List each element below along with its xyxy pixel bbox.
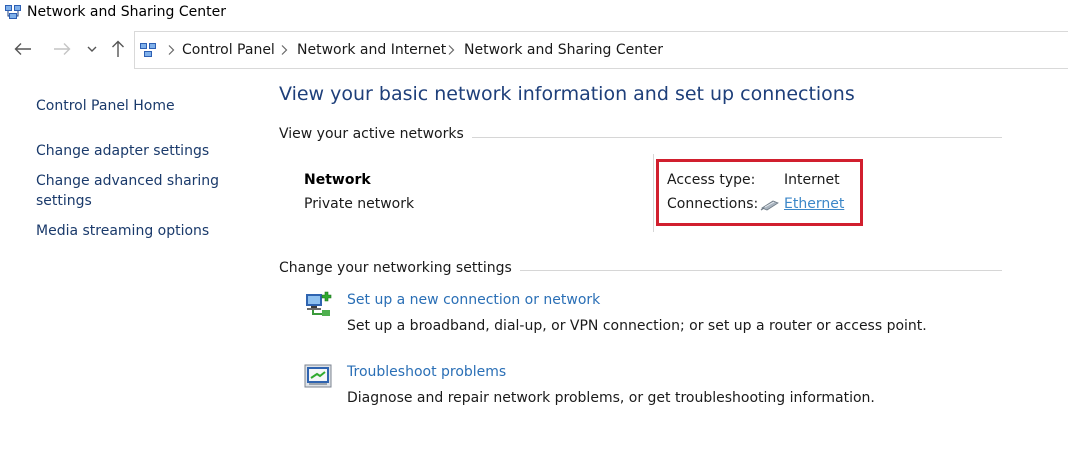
forward-button[interactable] <box>51 38 73 60</box>
sidebar-item-change-adapter-settings[interactable]: Change adapter settings <box>36 141 256 161</box>
up-button[interactable] <box>107 38 129 60</box>
sidebar-item-label-line2[interactable]: settings <box>36 191 256 211</box>
back-arrow-icon <box>14 43 31 55</box>
network-center-icon <box>5 5 21 19</box>
network-center-icon <box>140 43 156 57</box>
chevron-down-icon <box>87 46 97 52</box>
troubleshoot-icon[interactable] <box>303 362 333 390</box>
connections-label: Connections: <box>667 196 759 212</box>
setup-new-connection-link[interactable]: Set up a new connection or network <box>347 292 600 308</box>
back-button[interactable] <box>12 38 34 60</box>
network-divider <box>653 154 654 232</box>
new-connection-icon[interactable] <box>303 290 333 318</box>
forward-arrow-icon <box>54 43 71 55</box>
recent-locations-button[interactable] <box>82 38 102 60</box>
ethernet-icon[interactable] <box>760 198 780 212</box>
sidebar-item-control-panel-home[interactable]: Control Panel Home <box>36 96 256 116</box>
sidebar: Control Panel Home Change adapter settin… <box>36 96 256 241</box>
navigation-bar: Control Panel Network and Internet Netwo… <box>0 30 1068 70</box>
breadcrumb-network-and-internet[interactable]: Network and Internet <box>297 42 446 58</box>
sidebar-item-media-streaming-options[interactable]: Media streaming options <box>36 221 256 241</box>
setup-new-connection-description: Set up a broadband, dial-up, or VPN conn… <box>347 318 927 334</box>
network-category: Private network <box>304 196 415 212</box>
access-type-value: Internet <box>784 172 840 188</box>
chevron-right-icon[interactable] <box>166 44 176 56</box>
chevron-right-icon[interactable] <box>446 44 456 56</box>
troubleshoot-problems-description: Diagnose and repair network problems, or… <box>347 390 875 406</box>
page-title: View your basic network information and … <box>279 83 855 105</box>
breadcrumb-network-and-sharing-center[interactable]: Network and Sharing Center <box>464 42 663 58</box>
highlight-box <box>656 159 863 226</box>
breadcrumb-control-panel[interactable]: Control Panel <box>182 42 275 58</box>
change-settings-heading: Change your networking settings <box>279 260 520 276</box>
title-bar: Network and Sharing Center <box>0 0 1068 26</box>
network-name: Network <box>304 172 371 188</box>
active-networks-heading: View your active networks <box>279 126 472 142</box>
up-arrow-icon <box>112 40 124 57</box>
chevron-right-icon[interactable] <box>279 44 289 56</box>
access-type-label: Access type: <box>667 172 756 188</box>
sidebar-item-label[interactable]: Change advanced sharing <box>36 171 256 191</box>
window-title: Network and Sharing Center <box>27 4 227 20</box>
troubleshoot-problems-link[interactable]: Troubleshoot problems <box>347 364 506 380</box>
sidebar-item-change-advanced-sharing-settings[interactable]: Change advanced sharing settings <box>36 171 256 211</box>
ethernet-connection-link[interactable]: Ethernet <box>784 196 844 212</box>
address-bar[interactable]: Control Panel Network and Internet Netwo… <box>134 31 1068 69</box>
